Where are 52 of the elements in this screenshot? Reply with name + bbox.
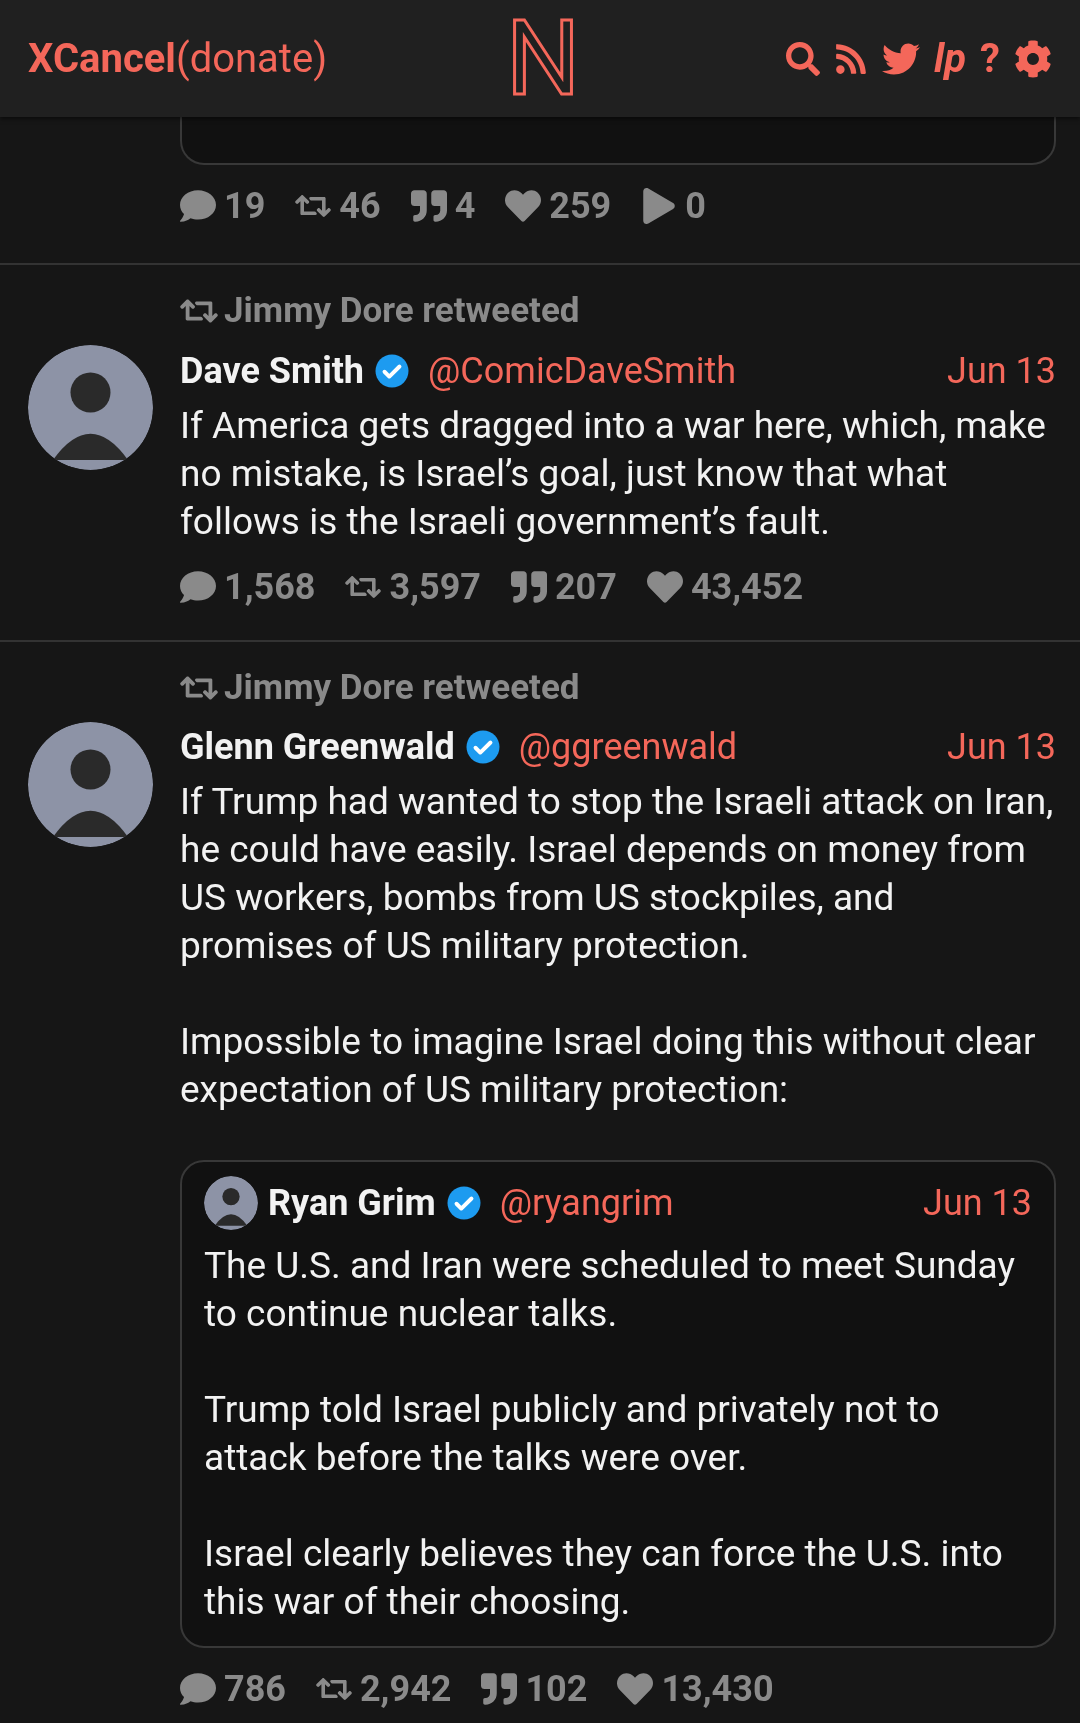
settings-icon[interactable] — [1014, 39, 1052, 78]
stat-count: 19 — [224, 184, 266, 229]
quote-icon[interactable] — [410, 188, 447, 224]
tweet-date[interactable]: Jun 13 — [947, 343, 1056, 398]
retweet-label: Jimmy Dore retweeted — [224, 665, 580, 710]
tweet-text: If America gets dragged into a war here, which, make no mistake, is Israel’s goal, just know that what follows is the Israeli government’s fault. — [180, 402, 1047, 545]
tweet-text: If Trump had wanted to stop the Israeli attack on Iran, he could have easily. Israel depends on money from US workers, bombs from US stockpiles, and promises of US military protection. — [180, 779, 1055, 969]
stat-count: 46 — [339, 184, 381, 229]
help-icon[interactable]: ? — [980, 38, 1000, 79]
author-name[interactable]: Dave Smith — [180, 343, 364, 398]
site-logo[interactable]: N — [506, 6, 581, 111]
heart-icon[interactable] — [646, 568, 683, 605]
retweet-label: Jimmy Dore retweeted — [224, 289, 580, 333]
comment-icon[interactable] — [180, 1671, 216, 1707]
stat-count: 102 — [525, 1667, 588, 1712]
author-name[interactable]: Ryan Grim — [268, 1176, 436, 1230]
avatar[interactable] — [28, 721, 153, 847]
comment-icon[interactable] — [180, 568, 216, 605]
author-handle[interactable]: @ryangrim — [499, 1176, 674, 1230]
site-title[interactable]: XCancel — [28, 28, 176, 89]
stat-count: 786 — [224, 1667, 286, 1712]
tweet-text: The U.S. and Iran were scheduled to meet Sunday to continue nuclear talks. — [204, 1243, 1016, 1337]
heart-icon[interactable] — [505, 188, 542, 224]
stat-count: 43,452 — [690, 564, 804, 610]
quote-icon[interactable] — [510, 568, 547, 605]
play-icon[interactable] — [641, 188, 678, 224]
donate-icon[interactable]: lp — [934, 38, 967, 79]
tweet-text: Impossible to imagine Israel doing this without clear expectation of US military protection: — [180, 1019, 1037, 1113]
tweet-text: Trump told Israel publicly and privately not to attack before the talks were over. — [204, 1387, 941, 1481]
search-icon[interactable] — [786, 41, 820, 76]
comment-icon[interactable] — [180, 188, 216, 224]
author-name[interactable]: Glenn Greenwald — [180, 720, 455, 774]
stat-count: 259 — [549, 184, 612, 229]
stat-count: 2,942 — [359, 1667, 452, 1712]
stat-count: 207 — [554, 564, 617, 610]
stat-count: 4 — [454, 184, 476, 229]
stat-count: 1,568 — [224, 564, 316, 610]
author-handle[interactable]: @ggreenwald — [518, 720, 738, 774]
stat-count: 3,597 — [389, 564, 481, 610]
rss-icon[interactable] — [834, 41, 868, 76]
tweet-text: Israel clearly believes they can force the U.S. into this war of their choosing. — [204, 1531, 1004, 1625]
stat-count: 13,430 — [661, 1667, 774, 1712]
tweet-date[interactable]: Jun 13 — [923, 1176, 1032, 1230]
tweet-date[interactable]: Jun 13 — [947, 720, 1056, 774]
heart-icon[interactable] — [617, 1671, 654, 1707]
avatar[interactable] — [204, 1176, 258, 1230]
quote-icon[interactable] — [481, 1671, 518, 1707]
author-handle[interactable]: @ComicDaveSmith — [428, 343, 737, 398]
donate-link[interactable]: (donate) — [175, 28, 328, 89]
stat-count: 0 — [685, 184, 706, 229]
quoted-tweet[interactable] — [180, 1160, 1056, 1648]
avatar[interactable] — [28, 345, 153, 470]
